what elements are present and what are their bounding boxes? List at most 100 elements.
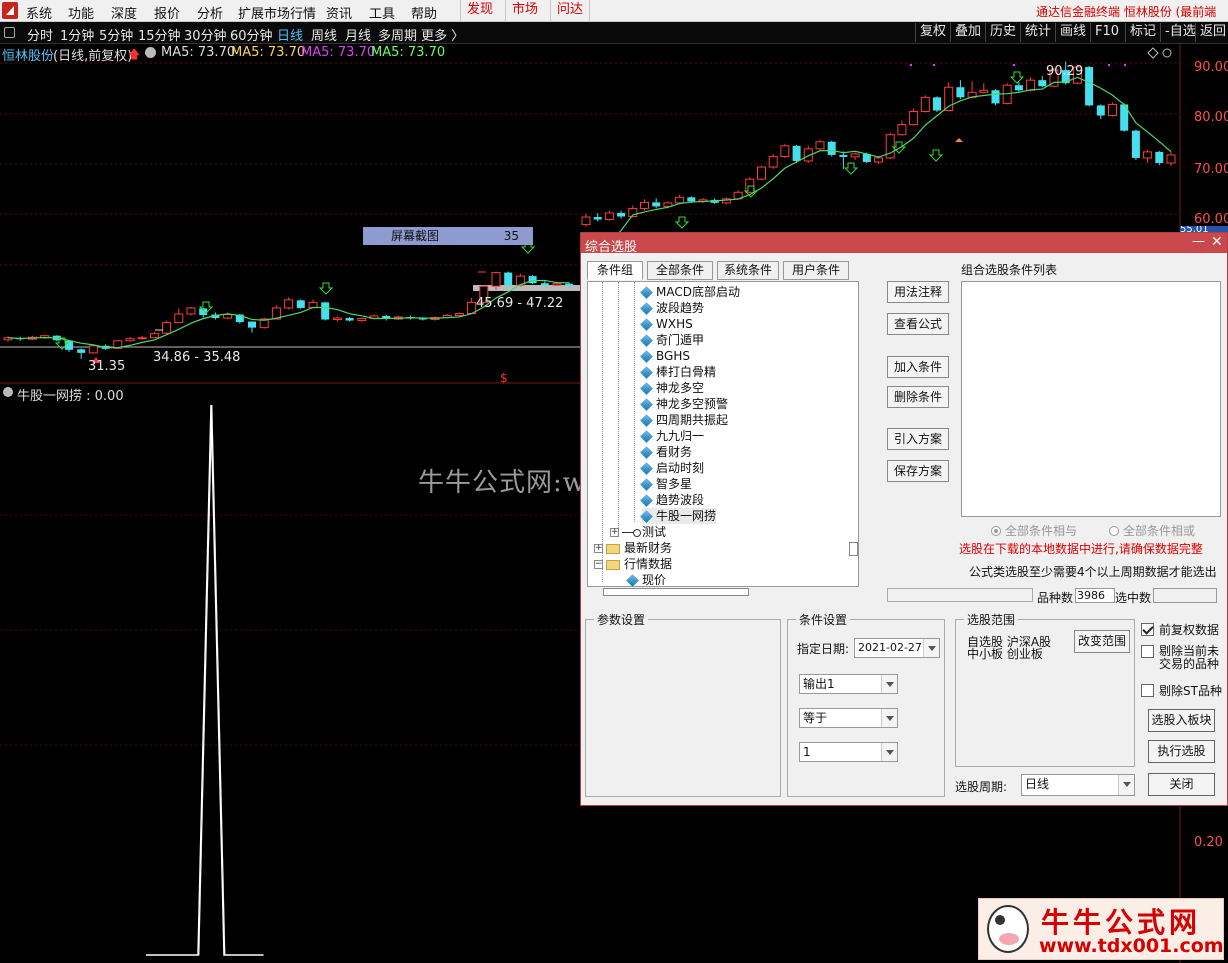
tree-leaf-item[interactable]: BGHS [640,348,690,364]
period-5min[interactable]: 5分钟 [99,25,133,44]
menu-depth[interactable]: 深度 [111,3,137,22]
formula-icon [640,318,653,331]
period-1min[interactable]: 1分钟 [60,25,94,44]
period-15min[interactable]: 15分钟 [138,25,181,44]
formula-icon [640,286,653,299]
menu-wenda[interactable]: 问达 [550,0,591,22]
tree-leaf-item[interactable]: WXHS [640,316,693,332]
radio-and[interactable]: 全部条件相与 [991,522,1077,539]
tab-all-conditions[interactable]: 全部条件 [647,261,713,280]
save-plan-button[interactable]: 保存方案 [887,460,949,482]
tree-leaf-item[interactable]: 奇门遁甲 [640,332,704,348]
candle-body [640,201,649,209]
close-icon[interactable]: ✕ [1211,234,1225,250]
menu-help[interactable]: 帮助 [411,3,437,22]
tree-leaf-item[interactable]: 九九归一 [640,428,704,444]
condition-tree[interactable]: MACD底部启动 波段趋势 WXHS 奇门遁甲 BGHS 棒打白骨精 神龙多空 神龙多空预警四… [587,281,859,587]
tree-folder-finance[interactable]: + 最新财务 [594,540,672,556]
period-30min[interactable]: 30分钟 [184,25,227,44]
execute-screening-button[interactable]: 执行选股 [1148,740,1215,763]
menu-analysis[interactable]: 分析 [197,3,223,22]
tree-leaf-item[interactable]: 棒打白骨精 [640,364,716,380]
tree-leaf-item[interactable]: 趋势波段 [640,492,704,508]
tab-condition-group[interactable]: 条件组 [587,261,643,280]
indicator-settings-icon[interactable] [3,387,13,397]
toolbar-remove-watchlist[interactable]: -自选 [1160,23,1200,42]
menu-quote[interactable]: 报价 [154,3,180,22]
tree-leaf-item[interactable]: MACD底部启动 [640,284,740,300]
candle-body [956,87,965,98]
dropdown-arrow-icon[interactable] [881,743,897,761]
period-60min[interactable]: 60分钟 [230,25,273,44]
tree-leaf-item[interactable]: 神龙多空 [640,380,704,396]
settings-dot-icon[interactable] [145,47,156,58]
toolbar-adjust[interactable]: 复权 [915,23,950,42]
hit-count-value [1153,588,1217,603]
tree-folder-market[interactable]: − 行情数据 [594,556,672,572]
toolbar-overlay[interactable]: 叠加 [950,23,985,42]
toolbar-draw[interactable]: 画线 [1055,23,1090,42]
output-select[interactable]: 输出1 [799,674,898,694]
tree-leaf-price[interactable]: 现价 [626,572,666,586]
scrollbar-thumb[interactable] [849,542,858,556]
menu-tools[interactable]: 工具 [369,3,395,22]
collapse-icon[interactable]: − [594,560,603,569]
tab-user-conditions[interactable]: 用户条件 [783,261,849,280]
expand-icon[interactable]: + [610,528,619,537]
add-to-block-button[interactable]: 选股入板块 [1148,709,1215,732]
dropdown-arrow-icon[interactable] [881,709,897,727]
delete-condition-button[interactable]: 删除条件 [887,386,949,408]
toolbar-f10[interactable]: F10 [1090,23,1123,42]
dropdown-arrow-icon[interactable] [923,639,939,657]
usage-notes-button[interactable]: 用法注释 [887,281,949,303]
period-monthly[interactable]: 月线 [345,25,371,44]
title-right: 通达信金融终端 恒林股份 (最前端 [1036,5,1217,19]
tree-vertical-scrollbar[interactable] [848,282,858,586]
view-formula-button[interactable]: 查看公式 [887,313,949,335]
menu-discover[interactable]: 发现 [460,0,499,22]
toolbar-history[interactable]: 历史 [985,23,1020,42]
tree-leaf-item[interactable]: 四周期共振起 [640,412,728,428]
tree-node-test[interactable]: + 测试 [610,524,666,540]
panel-toggle-icon[interactable] [4,27,15,38]
candle-body [1143,151,1153,159]
tree-leaf-item[interactable]: 智多星 [640,476,692,492]
period-daily[interactable]: 日线 [277,25,303,44]
menu-news[interactable]: 资讯 [326,3,352,22]
change-scope-button[interactable]: 改变范围 [1074,630,1130,653]
toolbar-mark[interactable]: 标记 [1125,23,1160,42]
expand-icon[interactable]: + [594,544,603,553]
period-multi[interactable]: 多周期 [378,25,417,44]
date-picker[interactable]: 2021-02-27 [854,638,940,658]
close-button[interactable]: 关闭 [1148,773,1215,796]
menu-function[interactable]: 功能 [68,3,94,22]
import-plan-button[interactable]: 引入方案 [887,428,949,450]
period-select[interactable]: 日线 [1021,774,1135,796]
tree-leaf-item[interactable]: 牛股一网捞 [640,508,717,524]
minimize-icon[interactable]: — [1192,234,1206,249]
compare-select[interactable]: 等于 [799,708,898,728]
menu-system[interactable]: 系统 [26,3,52,22]
tree-leaf-item[interactable]: 波段趋势 [640,300,704,316]
menu-market[interactable]: 市场 [505,0,544,22]
checkbox-exclude-untraded-label: 剔除当前未交易的品种 [1159,644,1220,671]
add-condition-button[interactable]: 加入条件 [887,356,949,378]
condition-list[interactable] [961,281,1221,517]
radio-or[interactable]: 全部条件相或 [1109,522,1195,539]
menu-ext-market[interactable]: 扩展市场行情 [238,3,316,22]
tree-leaf-label: 启动时刻 [656,461,705,475]
toolbar-back[interactable]: 返回 [1195,23,1228,42]
tab-system-conditions[interactable]: 系统条件 [717,261,779,280]
period-weekly[interactable]: 周线 [311,25,337,44]
toolbar-stats[interactable]: 统计 [1020,23,1055,42]
tree-leaf-item[interactable]: 看财务 [640,444,692,460]
value-select[interactable]: 1 [799,742,898,762]
dropdown-arrow-icon[interactable] [1118,775,1134,795]
period-intraday[interactable]: 分时 [27,25,53,44]
formula-icon [640,382,653,395]
tree-leaf-item[interactable]: 启动时刻 [640,460,705,476]
tree-horizontal-scrollbar[interactable] [603,588,749,596]
tree-leaf-item[interactable]: 神龙多空预警 [640,396,728,412]
period-more[interactable]: 更多 〉 [421,25,464,44]
dropdown-arrow-icon[interactable] [881,675,897,693]
